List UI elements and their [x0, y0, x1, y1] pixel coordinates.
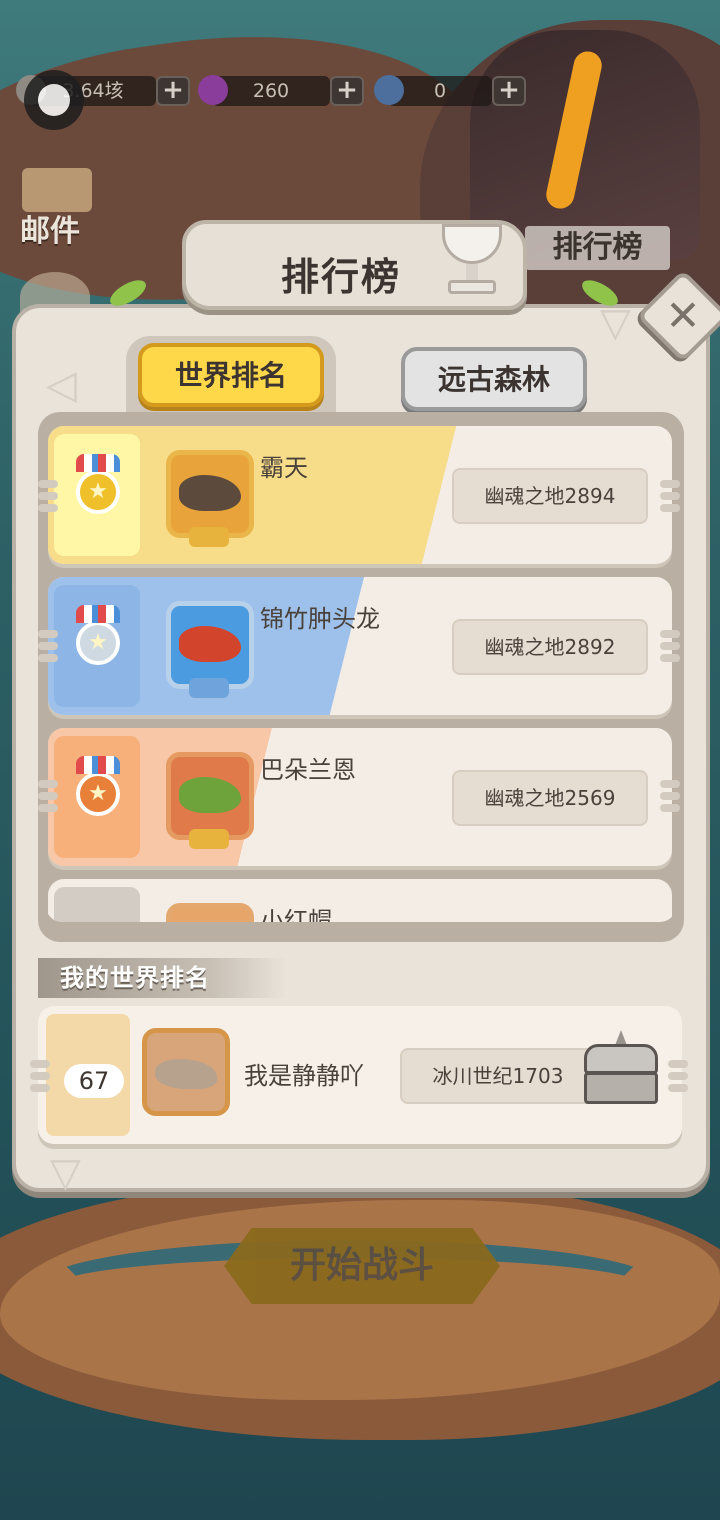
spinosaurus-icon — [179, 475, 241, 511]
my-server-tag: 冰川世纪1703 — [400, 1048, 596, 1104]
shell-value: 0 — [433, 80, 447, 102]
add-shell-button[interactable]: + — [492, 76, 526, 106]
triangle-decoration-icon: ◁ — [46, 362, 77, 408]
rank-cell: ★ — [54, 585, 140, 707]
avatar — [166, 752, 254, 849]
diamond-badge-icon — [189, 829, 229, 849]
wing-badge-icon — [189, 678, 229, 698]
gem-value: 260 — [252, 80, 290, 102]
player-name: 锦竹肿头龙 — [260, 605, 380, 633]
player-name: 霸天 — [260, 454, 308, 482]
server-tag: 幽魂之地2892 — [452, 619, 648, 675]
floating-assist-button[interactable] — [24, 70, 84, 130]
stegosaurus-icon — [155, 1059, 217, 1089]
mail-button[interactable]: 邮件 — [20, 168, 100, 249]
start-battle-button[interactable]: 开始战斗 — [224, 1228, 500, 1304]
red-raptor-icon — [179, 626, 241, 662]
rank-cell: ★ — [54, 736, 140, 858]
tab-ancient-forest[interactable]: 远古森林 — [401, 347, 587, 411]
ranking-row[interactable]: ★ 巴朵兰恩 幽魂之地2569 — [48, 728, 672, 866]
ranking-row[interactable]: ★ 锦竹肿头龙 幽魂之地2892 — [48, 577, 672, 715]
green-dino-icon — [179, 777, 241, 813]
shell-counter: 0 — [374, 75, 492, 106]
pin-decoration — [38, 480, 58, 514]
player-name: 小红帽 — [260, 907, 332, 922]
pin-decoration — [38, 630, 58, 664]
rank-cell: ★ — [54, 434, 140, 556]
my-rank-row[interactable]: 67 我是静静吖 冰川世纪1703 — [38, 1006, 682, 1144]
pin-decoration — [660, 630, 680, 664]
laurel-badge-icon — [189, 527, 229, 547]
trophy-icon — [436, 224, 508, 302]
gold-medal-icon: ★ — [76, 454, 120, 514]
player-name: 巴朵兰恩 — [260, 756, 356, 784]
ranking-row[interactable]: ★ 霸天 幽魂之地2894 — [48, 426, 672, 564]
my-avatar — [142, 1028, 230, 1116]
triangle-decoration-icon: ▽ — [600, 300, 631, 346]
start-battle-label: 开始战斗 — [289, 1245, 434, 1286]
gem-counter: 260 — [198, 75, 330, 106]
ranking-row[interactable]: 小红帽 — [48, 879, 672, 922]
bronze-medal-icon: ★ — [76, 756, 120, 816]
pin-decoration — [38, 780, 58, 814]
close-icon: ✕ — [665, 291, 701, 340]
treasure-chest-icon[interactable] — [582, 1030, 660, 1106]
add-gem-button[interactable]: + — [330, 76, 364, 106]
spiral-gem-icon — [198, 75, 228, 105]
server-tag: 幽魂之地2894 — [452, 468, 648, 524]
my-player-name: 我是静静吖 — [244, 1062, 364, 1090]
my-rank-section-label: 我的世界排名 — [38, 958, 286, 998]
silver-medal-icon: ★ — [76, 605, 120, 665]
panel-header: 排行榜 — [182, 220, 527, 310]
add-gold-button[interactable]: + — [156, 76, 190, 106]
pin-decoration — [660, 780, 680, 814]
pin-decoration — [668, 1060, 688, 1094]
rank-cell — [54, 887, 140, 922]
pin-decoration — [660, 480, 680, 514]
avatar — [166, 903, 254, 922]
shell-icon — [374, 75, 404, 105]
tab-world-ranking[interactable]: 世界排名 — [138, 343, 324, 407]
my-rank-number: 67 — [64, 1064, 124, 1098]
resource-bar: 3.64垓 + 260 + 0 + — [0, 75, 720, 110]
avatar — [166, 601, 254, 698]
leaderboard-shortcut[interactable]: 排行榜 — [525, 226, 670, 270]
pin-decoration — [30, 1060, 50, 1094]
rank-cell: 67 — [46, 1014, 130, 1136]
ranking-list[interactable]: ★ 霸天 幽魂之地2894 ★ 锦竹肿头龙 幽魂之地2892 ★ 巴朵兰恩 幽魂… — [46, 422, 676, 922]
triangle-decoration-icon: ▽ — [50, 1150, 81, 1196]
server-tag: 幽魂之地2569 — [452, 770, 648, 826]
mail-label: 邮件 — [20, 214, 80, 249]
avatar — [166, 450, 254, 547]
